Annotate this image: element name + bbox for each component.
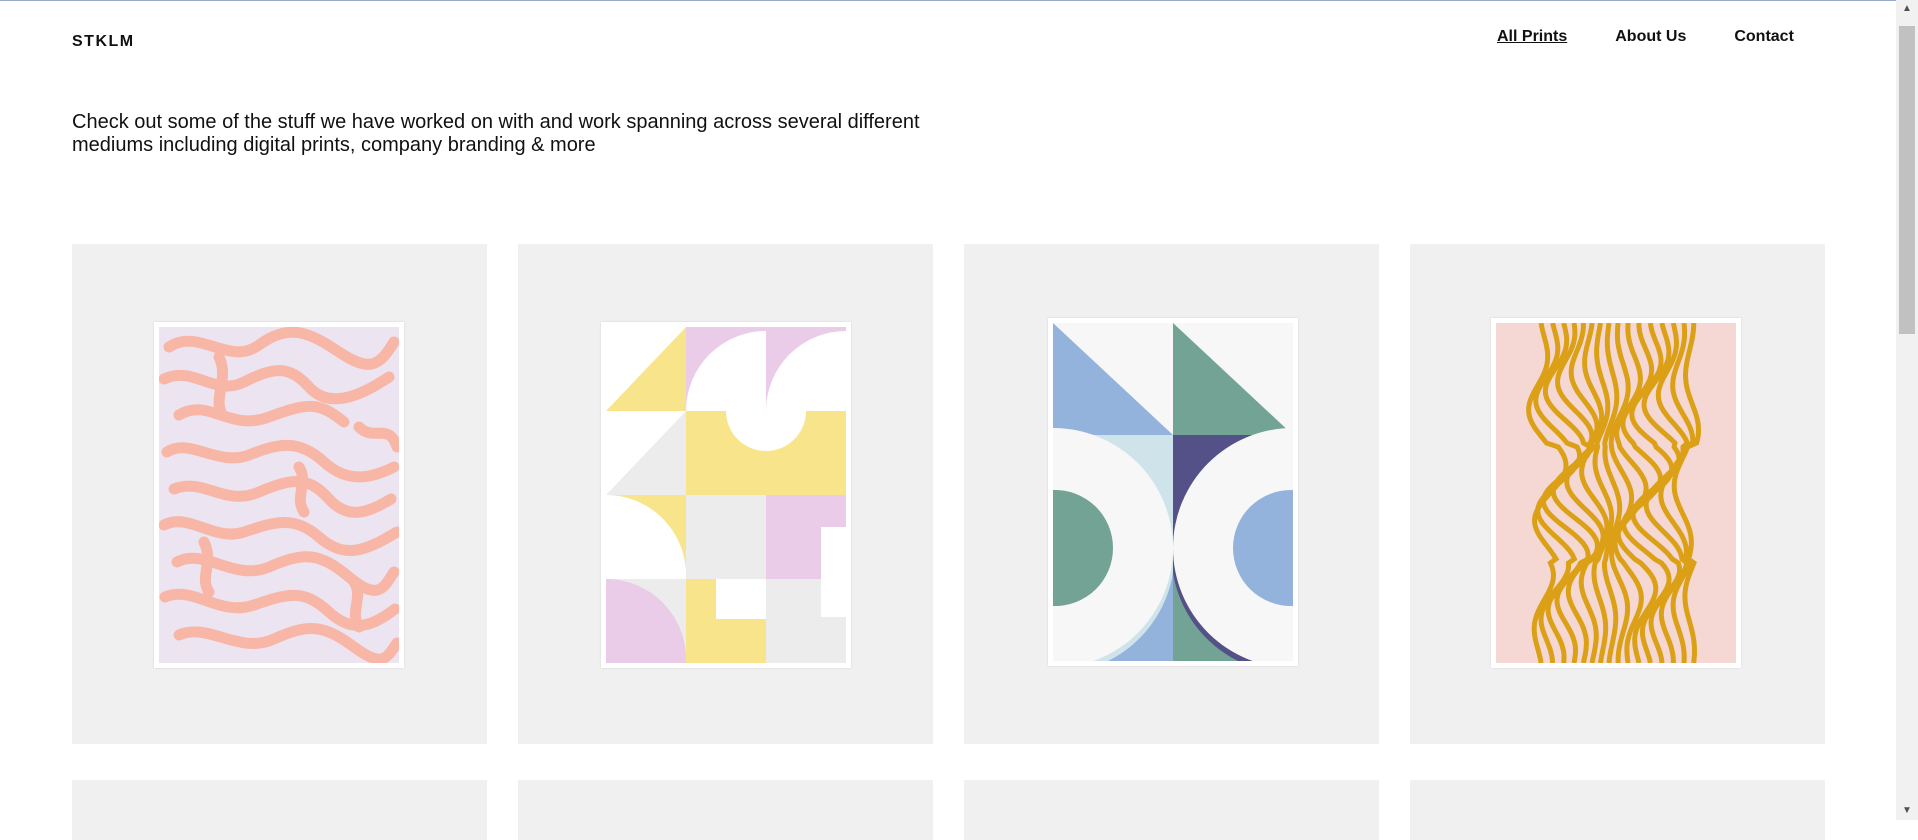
browser-top-border xyxy=(0,0,1896,1)
mustard-wavy-lines-print xyxy=(1496,323,1736,663)
nav-all-prints[interactable]: All Prints xyxy=(1497,28,1567,46)
print-card-1[interactable] xyxy=(72,244,487,744)
scroll-down-arrow-icon[interactable]: ▼ xyxy=(1896,802,1918,820)
site-logo[interactable]: STKLM xyxy=(72,33,135,51)
pastel-geometric-tiles-print xyxy=(606,327,846,663)
print-card-8[interactable] xyxy=(1410,780,1825,840)
print-frame xyxy=(1048,318,1298,666)
pink-organic-maze-print xyxy=(159,327,399,663)
print-card-4[interactable] xyxy=(1410,244,1825,744)
intro-text: Check out some of the stuff we have work… xyxy=(72,111,920,156)
print-frame xyxy=(154,322,404,668)
print-card-5[interactable] xyxy=(72,780,487,840)
scroll-thumb[interactable] xyxy=(1899,26,1915,334)
print-card-6[interactable] xyxy=(518,780,933,840)
main-nav: All Prints About Us Contact xyxy=(1497,28,1794,46)
print-card-7[interactable] xyxy=(964,780,1379,840)
print-frame xyxy=(601,322,851,668)
print-card-3[interactable] xyxy=(964,244,1379,744)
print-frame xyxy=(1491,318,1741,668)
nav-contact[interactable]: Contact xyxy=(1734,28,1794,46)
scroll-up-arrow-icon[interactable]: ▲ xyxy=(1896,0,1918,18)
print-card-2[interactable] xyxy=(518,244,933,744)
page-scrollbar[interactable]: ▲ ▼ xyxy=(1896,0,1918,820)
nav-about-us[interactable]: About Us xyxy=(1615,28,1686,46)
blue-green-geometric-shapes-print xyxy=(1053,323,1293,661)
